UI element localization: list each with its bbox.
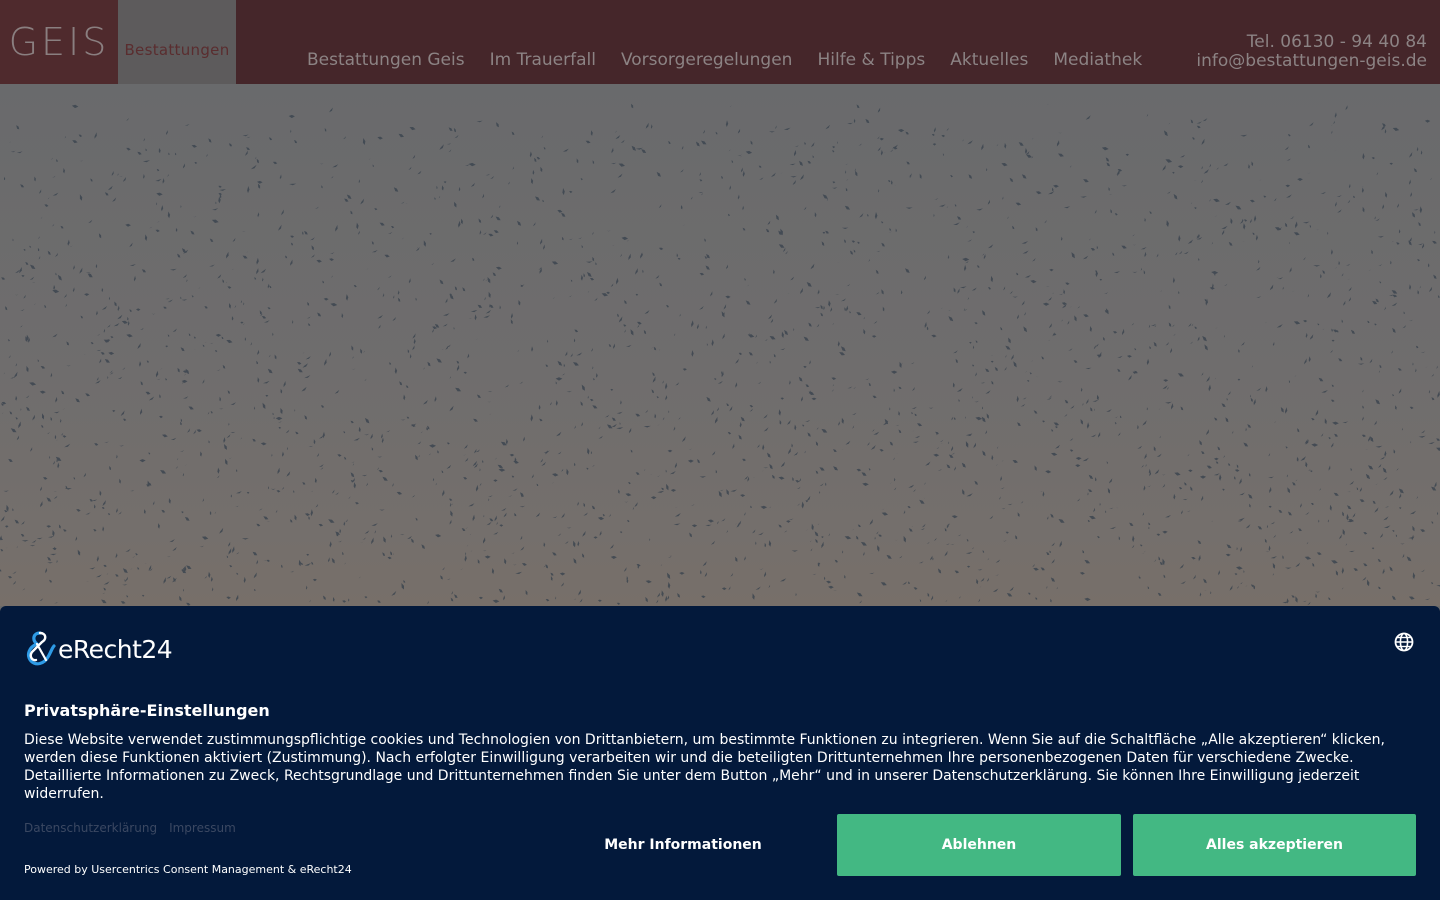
logo-subtitle[interactable]: Bestattungen	[118, 0, 236, 84]
globe-icon[interactable]	[1394, 632, 1414, 652]
consent-description: Diese Website verwendet zustimmungspflic…	[24, 732, 1385, 802]
nav-item-im-trauerfall[interactable]: Im Trauerfall	[490, 50, 596, 70]
consent-brand: eRecht24	[24, 630, 173, 668]
more-info-button[interactable]: Mehr Informationen	[541, 814, 825, 876]
nav-item-hilfe-tipps[interactable]: Hilfe & Tipps	[817, 50, 925, 70]
hero-image	[0, 84, 1440, 606]
nav-item-mediathek[interactable]: Mediathek	[1053, 50, 1142, 70]
consent-title: Privatsphäre-Einstellungen	[24, 701, 270, 720]
accept-all-button[interactable]: Alles akzeptieren	[1133, 814, 1416, 876]
logo-sub-text: Bestattungen	[124, 41, 230, 59]
birds-flock-image	[0, 103, 1440, 606]
nav-item-vorsorgeregelungen[interactable]: Vorsorgeregelungen	[621, 50, 793, 70]
consent-brand-text: eRecht24	[58, 634, 173, 664]
logo-geis[interactable]: GEIS	[0, 0, 118, 84]
powered-by-text: Powered by Usercentrics Consent Manageme…	[24, 863, 352, 876]
privacy-policy-link[interactable]: Datenschutzerklärung	[24, 821, 157, 835]
contact-email[interactable]: info@bestattungen-geis.de	[1196, 52, 1427, 71]
nav-item-bestattungen-geis[interactable]: Bestattungen Geis	[307, 50, 465, 70]
erecht24-logo-icon	[24, 630, 58, 668]
main-nav: Bestattungen Geis Im Trauerfall Vorsorge…	[307, 50, 1167, 70]
logo-main-text: GEIS	[8, 20, 110, 64]
contact-info: Tel. 06130 - 94 40 84 info@bestattungen-…	[1196, 33, 1427, 71]
site-header: GEIS Bestattungen Bestattungen Geis Im T…	[0, 0, 1440, 84]
contact-phone[interactable]: Tel. 06130 - 94 40 84	[1196, 33, 1427, 52]
consent-links: Datenschutzerklärung Impressum	[24, 821, 236, 835]
consent-banner: eRecht24 Privatsphäre-Einstellungen Dies…	[0, 606, 1440, 900]
decline-button[interactable]: Ablehnen	[837, 814, 1121, 876]
nav-item-aktuelles[interactable]: Aktuelles	[950, 50, 1028, 70]
imprint-link[interactable]: Impressum	[169, 821, 236, 835]
